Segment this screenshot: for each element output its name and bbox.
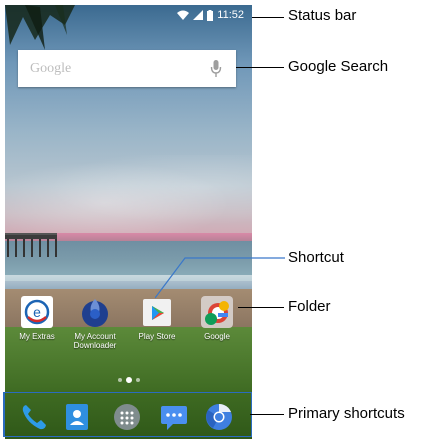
search-placeholder: Google [30, 61, 72, 76]
app-label: My Account Downloader [73, 332, 117, 350]
microphone-icon[interactable] [210, 59, 222, 79]
folder-icon[interactable] [200, 295, 234, 329]
phone-screen: 11:52 Google e My Extras My Account Down… [5, 5, 252, 439]
signal-icon [193, 10, 204, 20]
my-extras-icon[interactable]: e [20, 295, 54, 329]
google-search-bar[interactable]: Google [18, 50, 236, 87]
app-play-store[interactable]: Play Store [129, 295, 185, 341]
app-label: My Extras [19, 332, 55, 341]
folder-callout-line [238, 307, 284, 308]
wifi-icon [177, 10, 190, 20]
folder-callout: Folder [288, 298, 331, 315]
status-time: 11:52 [217, 9, 244, 21]
page-dot-active [126, 377, 132, 383]
app-label: Play Store [138, 332, 176, 341]
primary-shortcuts-callout-line [250, 414, 284, 415]
app-my-extras[interactable]: e My Extras [9, 295, 65, 341]
page-dot [136, 378, 140, 382]
google-search-callout: Google Search [288, 58, 389, 75]
app-label: Google [204, 332, 230, 341]
folder-google[interactable]: Google [189, 295, 245, 341]
primary-shortcuts-highlight [3, 392, 252, 437]
wallpaper-clouds [5, 155, 252, 235]
primary-shortcuts-callout: Primary shortcuts [288, 405, 405, 422]
google-search-callout-line [236, 67, 284, 68]
battery-icon [207, 9, 214, 21]
shortcut-callout-line [155, 257, 285, 299]
svg-text:e: e [33, 304, 41, 320]
app-my-account-downloader[interactable]: My Account Downloader [67, 295, 123, 350]
page-indicator [118, 377, 140, 383]
pier-decoration [5, 233, 57, 257]
status-bar-callout-line [252, 17, 284, 18]
downloader-icon[interactable] [78, 295, 112, 329]
status-bar: 11:52 [5, 5, 252, 27]
status-bar-callout: Status bar [288, 7, 357, 24]
shortcut-callout: Shortcut [288, 249, 344, 266]
page-dot [118, 378, 122, 382]
play-store-icon[interactable] [140, 295, 174, 329]
